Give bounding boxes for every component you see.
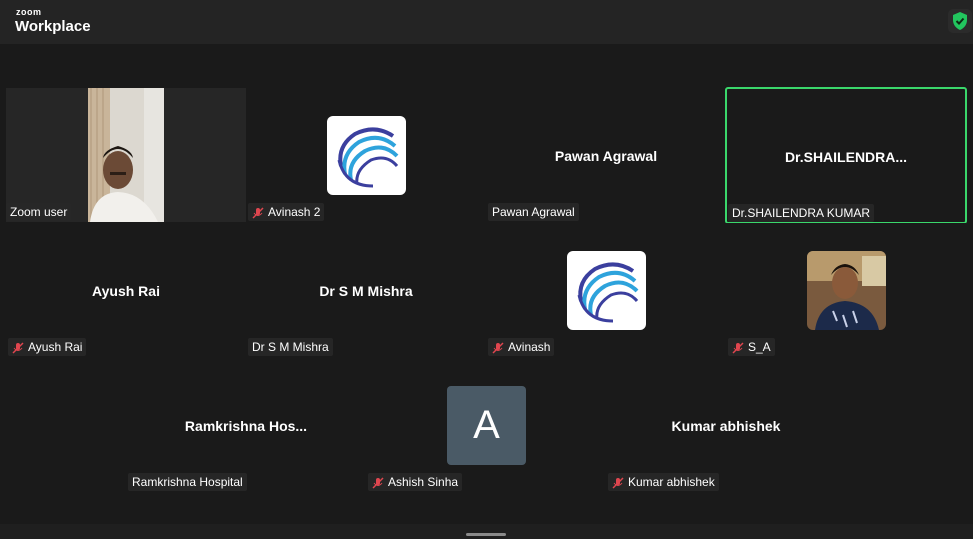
participant-tile[interactable]: Pawan Agrawal Pawan Agrawal	[486, 88, 726, 222]
participant-name-label: Pawan Agrawal	[488, 203, 579, 221]
participant-name-label: Avinash	[488, 338, 555, 356]
mic-muted-icon	[492, 341, 504, 354]
org-logo-icon	[327, 116, 406, 195]
avatar	[807, 251, 886, 330]
video-feed	[88, 88, 164, 222]
brand-workplace: Workplace	[15, 18, 91, 35]
participant-tile-active-speaker[interactable]: Dr.SHAILENDRA... Dr.SHAILENDRA KUMAR	[725, 87, 967, 224]
participant-tile[interactable]: Dr S M Mishra Dr S M Mishra	[246, 223, 486, 357]
participant-name-label: Ramkrishna Hospital	[128, 473, 247, 491]
participant-tile[interactable]: A Ashish Sinha	[366, 358, 606, 492]
participant-tile[interactable]: S_A	[726, 223, 966, 357]
mic-muted-icon	[612, 476, 624, 489]
participant-tile[interactable]: Kumar abhishek Kumar abhishek	[606, 358, 846, 492]
mic-muted-icon	[252, 206, 264, 219]
participant-name-label: S_A	[728, 338, 775, 356]
brand-zoom: zoom	[16, 7, 42, 17]
participant-tile[interactable]: Ayush Rai Ayush Rai	[6, 223, 246, 357]
participant-display-name: Ramkrishna Hos...	[184, 418, 308, 434]
mic-muted-icon	[12, 341, 24, 354]
participant-name-label: Avinash 2	[248, 203, 325, 221]
participant-tile[interactable]: Avinash 2	[246, 88, 486, 222]
meeting-controls-bar	[0, 524, 973, 539]
participant-tile[interactable]: Zoom user	[6, 88, 246, 222]
title-bar: zoom Workplace	[0, 0, 973, 44]
gallery-view: Zoom user Avinash 2 Pawan Agrawal Pawan …	[0, 44, 973, 524]
participant-display-name: Ayush Rai	[92, 283, 160, 299]
avatar: A	[447, 386, 526, 465]
toolbar-drag-handle[interactable]	[466, 533, 506, 536]
participant-display-name: Dr.SHAILENDRA...	[784, 149, 908, 165]
participant-tile[interactable]: Ramkrishna Hos... Ramkrishna Hospital	[126, 358, 366, 492]
participant-name-label: Ayush Rai	[8, 338, 87, 356]
security-shield-icon[interactable]	[948, 9, 972, 33]
mic-muted-icon	[372, 476, 384, 489]
participant-name-label: Kumar abhishek	[608, 473, 719, 491]
participant-name-label: Dr S M Mishra	[248, 338, 333, 356]
participant-display-name: Pawan Agrawal	[554, 148, 658, 164]
participant-name-label: Ashish Sinha	[368, 473, 463, 491]
participant-display-name: Kumar abhishek	[671, 418, 781, 434]
participant-display-name: Dr S M Mishra	[319, 283, 413, 299]
participant-tile[interactable]: Avinash	[486, 223, 726, 357]
org-logo-icon	[567, 251, 646, 330]
mic-muted-icon	[732, 341, 744, 354]
participant-name-label: Zoom user	[6, 203, 72, 221]
participant-name-label: Dr.SHAILENDRA KUMAR	[728, 204, 875, 222]
